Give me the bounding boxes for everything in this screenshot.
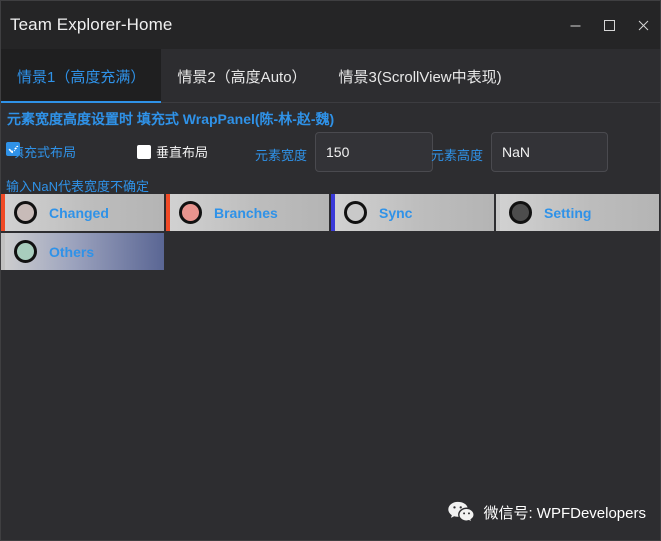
accent-bar	[496, 194, 500, 231]
card-branches[interactable]: Branches	[166, 194, 329, 231]
minimize-icon	[570, 25, 580, 26]
minimize-button[interactable]	[558, 8, 592, 42]
window-title: Team Explorer-Home	[10, 15, 173, 34]
watermark: 微信号: WPFDevelopers	[447, 500, 646, 524]
checkbox-box	[137, 144, 151, 159]
input-hint-text: 输入NaN代表宽度不确定	[6, 179, 150, 194]
element-width-label: 元素宽度	[255, 148, 308, 163]
element-height-label: 元素高度	[431, 148, 484, 163]
checkbox-vertical-layout[interactable]: 垂直布局	[137, 142, 208, 161]
title-bar: Team Explorer-Home	[1, 1, 660, 49]
element-width-input[interactable]: 150	[315, 132, 433, 172]
watermark-text: 微信号: WPFDevelopers	[483, 504, 646, 522]
application-window: Team Explorer-Home 情景1（高度充满） 情景2（高度Auto）…	[0, 0, 661, 541]
tab-content-panel: 元素宽度高度设置时 填充式 WrapPanel(陈-林-赵-魏) 填充式布局 垂…	[1, 104, 660, 540]
card-sync[interactable]: Sync	[331, 194, 494, 231]
window-controls	[558, 1, 660, 49]
card-others[interactable]: Others	[1, 233, 164, 270]
card-label: Others	[49, 243, 95, 260]
card-label: Sync	[379, 204, 413, 221]
tab-scenario-1[interactable]: 情景1（高度充满）	[1, 49, 162, 103]
accent-bar	[331, 194, 335, 231]
status-circle-icon	[344, 201, 367, 224]
card-label: Changed	[49, 204, 109, 221]
tab-scenario-2[interactable]: 情景2（高度Auto）	[161, 49, 322, 103]
accent-bar	[1, 233, 5, 270]
checkbox-label: 填充式布局	[11, 145, 77, 160]
status-circle-icon	[509, 201, 532, 224]
wechat-icon	[448, 501, 475, 523]
tab-bar: 情景1（高度充满） 情景2（高度Auto） 情景3(ScrollView中表现)	[1, 49, 660, 103]
maximize-button[interactable]	[592, 8, 626, 42]
maximize-icon	[603, 19, 615, 31]
checkbox-label: 垂直布局	[156, 145, 209, 160]
wrap-panel: Changed Branches Sync Setting Others	[1, 194, 660, 272]
card-label: Setting	[544, 204, 592, 221]
accent-bar	[1, 194, 5, 231]
checkbox-fill-layout[interactable]: 填充式布局	[6, 142, 77, 160]
close-button[interactable]	[626, 8, 660, 42]
element-height-input[interactable]: NaN	[491, 132, 608, 172]
status-circle-icon	[179, 201, 202, 224]
card-label: Branches	[214, 204, 278, 221]
tab-scenario-3[interactable]: 情景3(ScrollView中表现)	[323, 49, 518, 103]
tab-label: 情景2（高度Auto）	[177, 68, 307, 86]
accent-bar	[166, 194, 170, 231]
status-circle-icon	[14, 240, 37, 263]
status-circle-icon	[14, 201, 37, 224]
card-setting[interactable]: Setting	[496, 194, 659, 231]
options-row: 填充式布局 垂直布局 元素宽度 150 元素高度 NaN	[1, 130, 660, 174]
section-title: 元素宽度高度设置时 填充式 WrapPanel(陈-林-赵-魏)	[7, 111, 335, 127]
card-changed[interactable]: Changed	[1, 194, 164, 231]
tab-label: 情景3(ScrollView中表现)	[338, 68, 502, 86]
close-icon	[638, 20, 648, 30]
tab-label: 情景1（高度充满）	[17, 68, 146, 86]
